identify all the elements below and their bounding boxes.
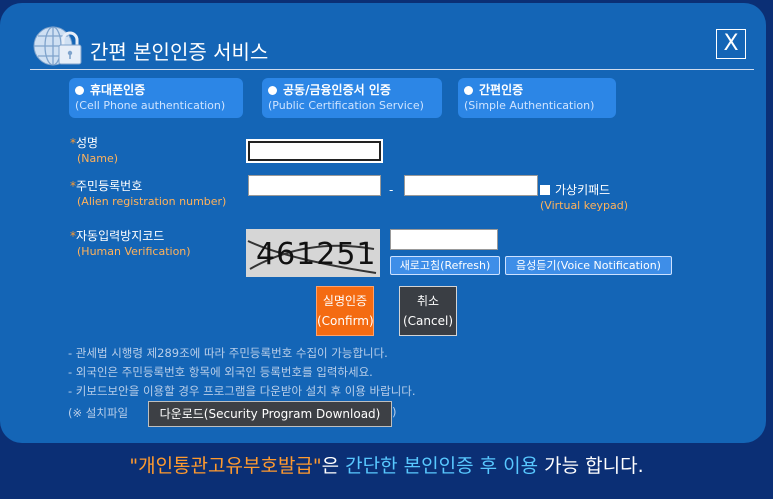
refresh-button[interactable]: 새로고침(Refresh) bbox=[390, 256, 500, 275]
option-label: 휴대폰인증 bbox=[90, 83, 146, 97]
option-simple-auth[interactable]: 간편인증 (Simple Authentication) bbox=[458, 78, 616, 118]
close-button[interactable]: X bbox=[716, 29, 746, 59]
radio-icon bbox=[75, 85, 84, 95]
option-label: 공동/금융인증서 인증 bbox=[283, 83, 391, 97]
option-cell-phone[interactable]: 휴대폰인증 (Cell Phone authentication) bbox=[69, 78, 243, 118]
page-title: 간편 본인인증 서비스 bbox=[90, 40, 269, 64]
notice-item: - 외국인은 주민등록번호 항목에 외국인 등록번호를 입력하세요. bbox=[68, 365, 373, 379]
notice-item: - 관세법 시행령 제289조에 따라 주민등록번호 수집이 가능합니다. bbox=[68, 346, 388, 360]
radio-icon bbox=[268, 85, 277, 95]
notice-item: - 키보드보안을 이용할 경우 프로그램을 다운받아 설치 후 이용 바랍니다. bbox=[68, 384, 416, 398]
checkbox-icon bbox=[540, 184, 550, 195]
option-sub: (Simple Authentication) bbox=[464, 99, 595, 112]
captcha-input[interactable] bbox=[390, 229, 498, 250]
cancel-button[interactable]: 취소 (Cancel) bbox=[399, 286, 457, 336]
rrn-dash: - bbox=[389, 183, 394, 197]
download-prefix: (※ 설치파일 bbox=[68, 406, 129, 420]
option-sub: (Public Certification Service) bbox=[268, 99, 424, 112]
rrn-front-input[interactable] bbox=[248, 175, 381, 196]
vk-sub-label: (Virtual keypad) bbox=[540, 199, 628, 212]
option-public-cert[interactable]: 공동/금융인증서 인증 (Public Certification Servic… bbox=[262, 78, 442, 118]
notice-list: - 관세법 시행령 제289조에 따라 주민등록번호 수집이 가능합니다. - … bbox=[68, 344, 416, 401]
voice-button[interactable]: 음성듣기(Voice Notification) bbox=[505, 256, 672, 275]
download-button[interactable]: 다운로드(Security Program Download) bbox=[148, 401, 392, 427]
confirm-button[interactable]: 실명인증 (Confirm) bbox=[316, 286, 374, 336]
globe-lock-icon bbox=[33, 26, 82, 66]
option-label: 간편인증 bbox=[479, 83, 524, 97]
captcha-text: 461251 bbox=[256, 237, 377, 272]
captcha-noise: 461251 bbox=[247, 237, 377, 274]
auth-modal: 간편 본인인증 서비스 X 휴대폰인증 (Cell Phone authenti… bbox=[0, 3, 766, 443]
virtual-keypad-checkbox[interactable]: 가상키패드 bbox=[540, 181, 610, 198]
name-label: *성명 (Name) bbox=[70, 136, 119, 165]
captcha-image: 461251 bbox=[246, 229, 380, 277]
vk-label: 가상키패드 bbox=[555, 183, 611, 197]
footer-message: "개인통관고유부호발급"은 간단한 본인인증 후 이용 가능 합니다. bbox=[129, 455, 644, 477]
rrn-back-input[interactable] bbox=[404, 175, 538, 196]
radio-icon bbox=[464, 85, 473, 95]
modal-header: 간편 본인인증 서비스 bbox=[30, 25, 754, 70]
hv-label: *자동입력방지코드 (Human Verification) bbox=[70, 229, 191, 258]
rrn-label: *주민등록번호 (Alien registration number) bbox=[70, 179, 227, 208]
name-input[interactable] bbox=[246, 139, 383, 163]
option-sub: (Cell Phone authentication) bbox=[75, 99, 226, 112]
download-suffix: ) bbox=[392, 405, 397, 419]
